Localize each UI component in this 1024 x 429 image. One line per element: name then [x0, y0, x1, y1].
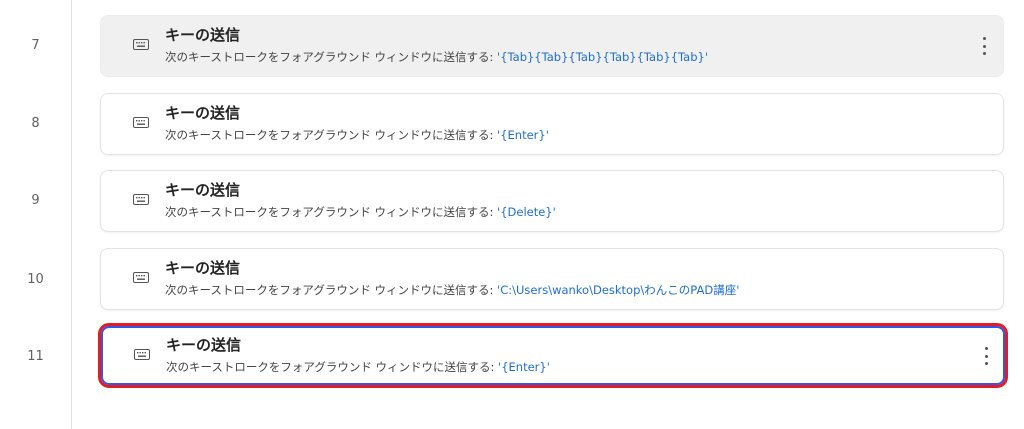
- step-description: 次のキーストロークをフォアグラウンド ウィンドウに送信する: '{Enter}': [165, 127, 549, 143]
- step-title: キーの送信: [165, 104, 241, 122]
- step-title: キーの送信: [166, 336, 242, 354]
- row-number: 7: [31, 38, 40, 53]
- row-number: 10: [27, 272, 44, 287]
- keyboard-icon: [134, 349, 150, 360]
- step-keys-value: '{Enter}': [497, 128, 549, 142]
- step-description: 次のキーストロークをフォアグラウンド ウィンドウに送信する: '{Tab}{Ta…: [165, 49, 708, 65]
- step-description-text: 次のキーストロークをフォアグラウンド ウィンドウに送信する:: [165, 50, 494, 64]
- step-description: 次のキーストロークをフォアグラウンド ウィンドウに送信する: '{Enter}': [166, 359, 550, 375]
- step-description-text: 次のキーストロークをフォアグラウンド ウィンドウに送信する:: [165, 205, 494, 219]
- step-title: キーの送信: [165, 26, 241, 44]
- row-number: 11: [27, 349, 44, 364]
- keyboard-icon: [133, 39, 149, 50]
- step-description: 次のキーストロークをフォアグラウンド ウィンドウに送信する: 'C:\Users…: [165, 282, 739, 298]
- step-keys-value: '{Enter}': [498, 360, 550, 374]
- step-description-text: 次のキーストロークをフォアグラウンド ウィンドウに送信する:: [165, 128, 494, 142]
- keyboard-icon: [133, 117, 149, 128]
- step-description: 次のキーストロークをフォアグラウンド ウィンドウに送信する: '{Delete}…: [165, 204, 556, 220]
- line-number-gutter-divider: [71, 0, 72, 429]
- step-card-send-keys[interactable]: キーの送信 次のキーストロークをフォアグラウンド ウィンドウに送信する: '{E…: [100, 93, 1004, 155]
- more-options-button[interactable]: [979, 35, 989, 57]
- step-keys-value: 'C:\Users\wanko\Desktop\わんこのPAD講座': [497, 283, 740, 297]
- step-card-send-keys[interactable]: キーの送信 次のキーストロークをフォアグラウンド ウィンドウに送信する: '{D…: [100, 170, 1004, 232]
- step-keys-value: '{Tab}{Tab}{Tab}{Tab}{Tab}{Tab}': [497, 50, 708, 64]
- step-description-text: 次のキーストロークをフォアグラウンド ウィンドウに送信する:: [165, 283, 494, 297]
- row-number: 8: [31, 116, 40, 131]
- row-number: 9: [31, 193, 40, 208]
- more-options-button[interactable]: [981, 345, 991, 367]
- step-description-text: 次のキーストロークをフォアグラウンド ウィンドウに送信する:: [166, 360, 495, 374]
- step-title: キーの送信: [165, 259, 241, 277]
- step-keys-value: '{Delete}': [497, 205, 556, 219]
- keyboard-icon: [133, 272, 149, 283]
- keyboard-icon: [133, 194, 149, 205]
- step-title: キーの送信: [165, 181, 241, 199]
- step-card-send-keys[interactable]: キーの送信 次のキーストロークをフォアグラウンド ウィンドウに送信する: '{T…: [100, 15, 1004, 77]
- step-card-send-keys-selected[interactable]: キーの送信 次のキーストロークをフォアグラウンド ウィンドウに送信する: '{E…: [98, 323, 1008, 388]
- step-card-send-keys[interactable]: キーの送信 次のキーストロークをフォアグラウンド ウィンドウに送信する: 'C:…: [100, 248, 1004, 310]
